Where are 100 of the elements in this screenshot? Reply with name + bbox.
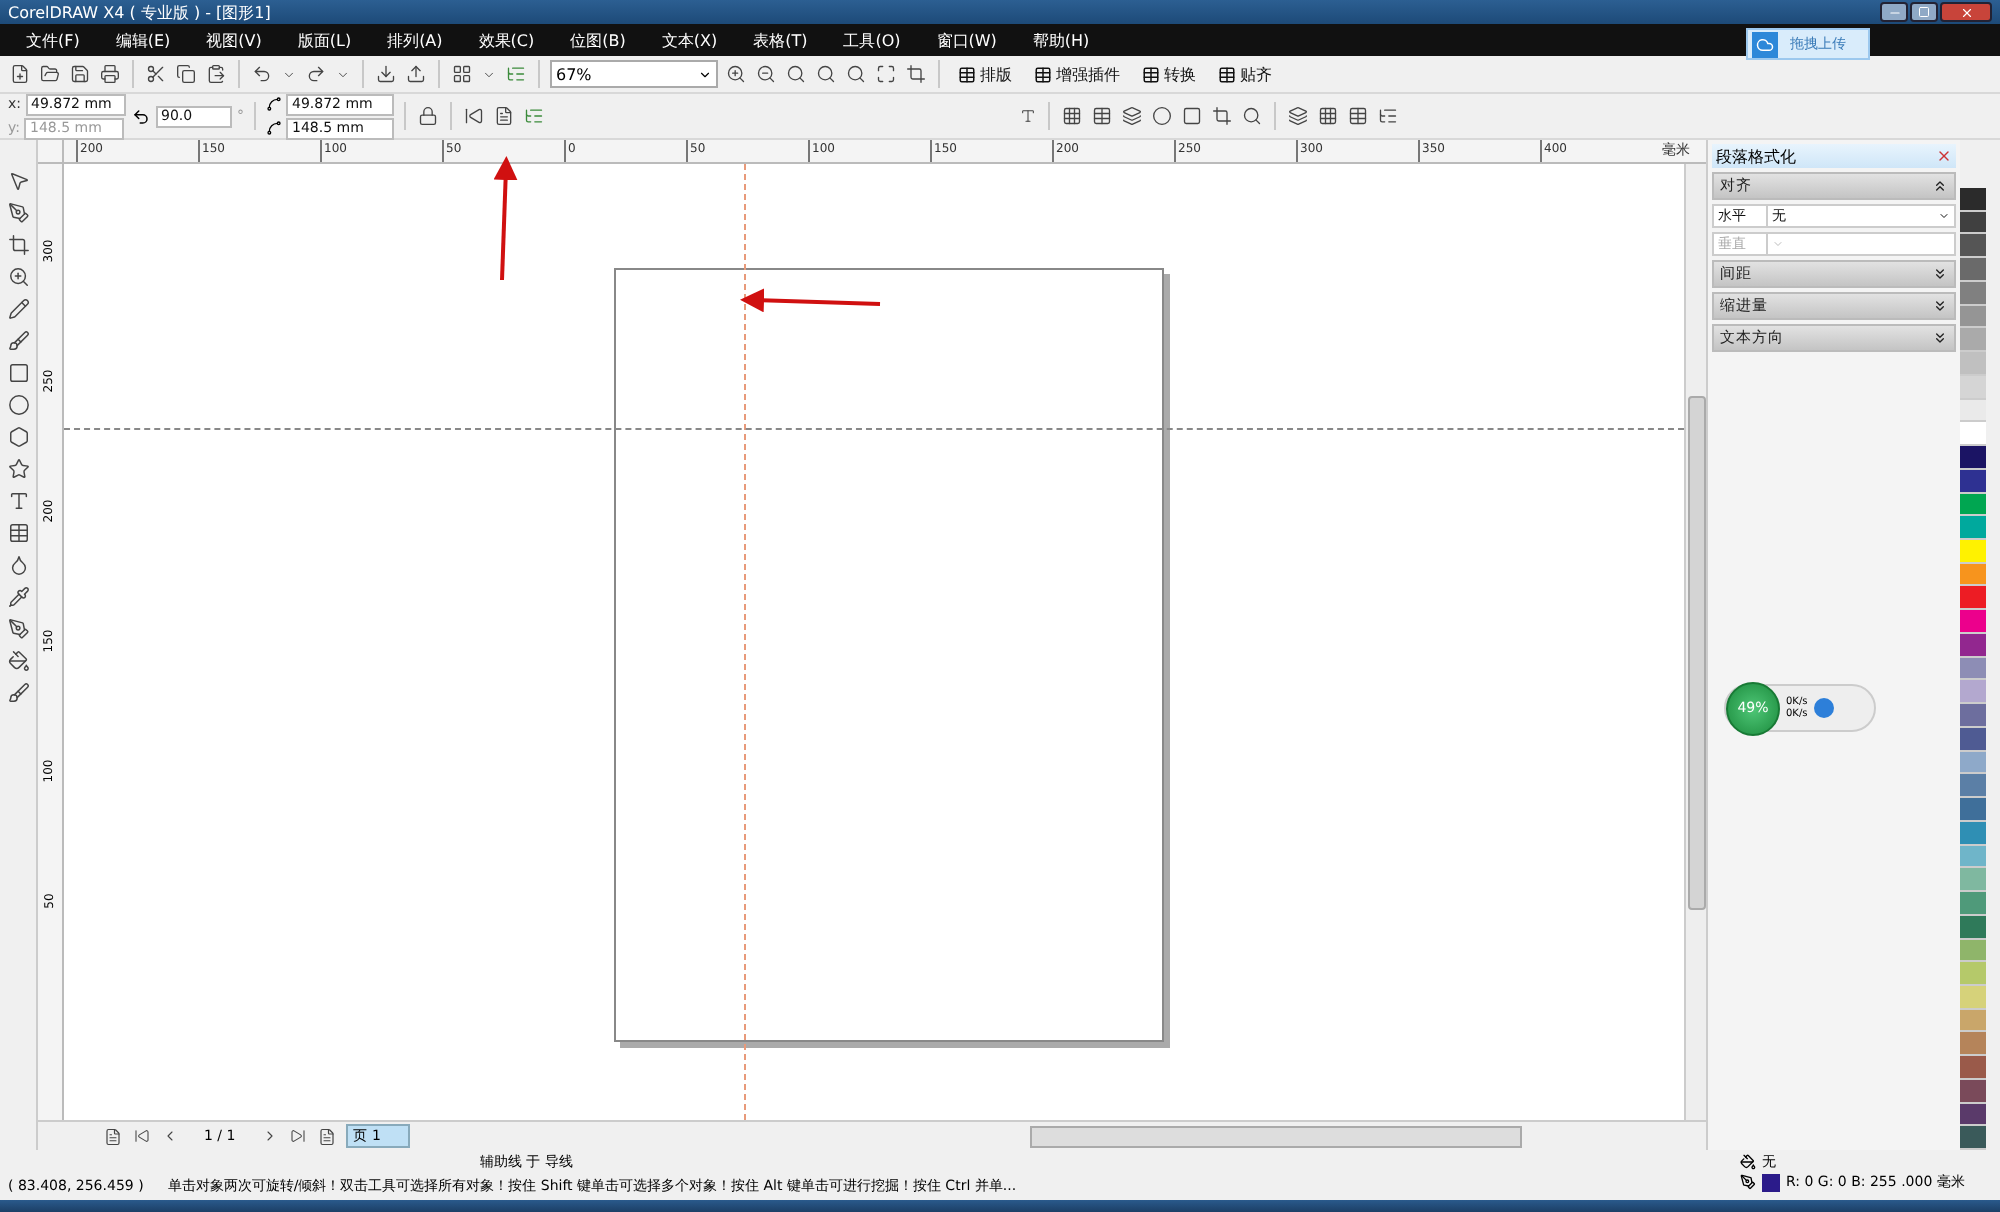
color-swatch[interactable] [1960, 915, 1986, 939]
zoom-icon[interactable] [844, 62, 868, 86]
brush-icon[interactable] [5, 680, 31, 706]
color-swatch[interactable] [1960, 305, 1986, 329]
pen-icon[interactable] [5, 616, 31, 642]
text-icon[interactable] [5, 488, 31, 514]
pointer-icon[interactable] [5, 168, 31, 194]
first-page-icon[interactable] [132, 1126, 152, 1146]
color-swatch[interactable] [1960, 962, 1986, 986]
table-icon[interactable] [5, 520, 31, 546]
color-swatch[interactable] [1960, 540, 1986, 564]
layers-icon[interactable] [1120, 104, 1145, 128]
print-icon[interactable] [98, 62, 122, 86]
close-button[interactable] [1940, 2, 1992, 22]
color-swatch[interactable] [1960, 211, 1986, 235]
color-swatch[interactable] [1960, 868, 1986, 893]
color-swatch[interactable] [1960, 399, 1986, 423]
zoom-out-icon[interactable] [754, 62, 778, 86]
pencil-icon[interactable] [5, 296, 31, 322]
color-swatch[interactable] [1960, 586, 1986, 611]
toolbar-button[interactable]: 增强插件 [1026, 63, 1128, 85]
color-swatch[interactable] [1960, 352, 1986, 376]
scrollbar[interactable] [1684, 164, 1706, 1120]
color-swatch[interactable] [1960, 751, 1986, 775]
pen-icon[interactable] [5, 200, 31, 226]
color-swatch[interactable] [1960, 727, 1986, 752]
last-page-icon[interactable] [287, 1126, 308, 1146]
lock-icon[interactable] [416, 104, 441, 128]
color-swatch[interactable] [1960, 422, 1986, 447]
grid-icon[interactable] [1060, 104, 1085, 128]
color-swatch[interactable] [1960, 375, 1986, 400]
minimize-button[interactable] [1880, 2, 1908, 22]
menu-item[interactable]: 窗口(W) [918, 29, 1015, 51]
zoom-icon[interactable] [5, 264, 31, 290]
color-swatch[interactable] [1960, 1126, 1986, 1151]
import-icon[interactable] [374, 62, 398, 86]
layers-icon[interactable] [1286, 104, 1311, 128]
color-swatch[interactable] [1960, 516, 1986, 541]
color-swatch[interactable] [1960, 985, 1986, 1010]
grid-icon[interactable] [1316, 104, 1341, 128]
menu-item[interactable]: 文件(F) [8, 29, 98, 51]
menu-item[interactable]: 版面(L) [279, 29, 370, 51]
menu-item[interactable]: 视图(V) [188, 29, 280, 51]
scissors-icon[interactable] [144, 62, 168, 86]
maximize-button[interactable] [1910, 2, 1938, 22]
color-swatch[interactable] [1960, 704, 1986, 728]
color-swatch[interactable] [1960, 493, 1986, 517]
list-icon[interactable] [504, 62, 528, 86]
crop-icon[interactable] [5, 232, 31, 258]
add-page-icon[interactable] [102, 1125, 124, 1147]
color-swatch[interactable] [1960, 1009, 1986, 1033]
color-swatch[interactable] [1960, 1079, 1986, 1104]
toolbar-button[interactable]: 排版 [950, 63, 1020, 85]
color-swatch[interactable] [1960, 610, 1986, 634]
crop-icon[interactable] [904, 62, 928, 86]
rectangle-icon[interactable] [5, 360, 31, 386]
bucket-icon[interactable] [5, 648, 31, 674]
ellipse-icon[interactable] [5, 392, 31, 418]
menu-item[interactable]: 排列(A) [369, 29, 461, 51]
color-swatch[interactable] [1960, 1103, 1986, 1127]
color-swatch[interactable] [1960, 657, 1986, 681]
color-swatch[interactable] [1960, 939, 1986, 963]
color-swatch[interactable] [1960, 1056, 1986, 1080]
table-icon[interactable] [1346, 104, 1371, 128]
to-front-icon[interactable] [462, 104, 487, 128]
menu-item[interactable]: 文本(X) [643, 29, 736, 51]
color-swatch[interactable] [1960, 680, 1986, 705]
color-swatch[interactable] [1960, 234, 1986, 259]
color-swatch[interactable] [1960, 1032, 1986, 1057]
close-icon[interactable] [1936, 148, 1952, 164]
color-swatch[interactable] [1960, 774, 1986, 799]
toolbar-button[interactable]: 转换 [1134, 63, 1204, 85]
new-file-icon[interactable] [8, 62, 32, 86]
color-swatch[interactable] [1960, 798, 1986, 822]
folder-icon[interactable] [38, 62, 62, 86]
star-icon[interactable] [5, 456, 31, 482]
polygon-icon[interactable] [5, 424, 31, 450]
zoom-in-icon[interactable] [724, 62, 748, 86]
color-swatch[interactable] [1960, 469, 1986, 494]
menu-item[interactable]: 效果(C) [460, 29, 553, 51]
menu-item[interactable]: 编辑(E) [97, 29, 189, 51]
circle-icon[interactable] [1150, 104, 1175, 128]
zoom-icon[interactable] [1240, 104, 1265, 128]
export-icon[interactable] [404, 62, 428, 86]
table-icon[interactable] [1090, 104, 1115, 128]
save-icon[interactable] [68, 62, 92, 86]
color-swatch[interactable] [1960, 845, 1986, 869]
zoom-icon[interactable] [814, 62, 838, 86]
add-page-icon[interactable] [315, 1125, 338, 1147]
color-swatch[interactable] [1960, 328, 1986, 353]
color-swatch[interactable] [1960, 188, 1986, 212]
color-swatch[interactable] [1960, 281, 1986, 306]
menu-item[interactable]: 工具(O) [825, 29, 919, 51]
color-swatch[interactable] [1960, 633, 1986, 658]
color-swatch[interactable] [1960, 821, 1986, 846]
zoom-icon[interactable] [784, 62, 808, 86]
menu-item[interactable]: 位图(B) [552, 29, 644, 51]
brush-icon[interactable] [5, 328, 31, 354]
list-icon[interactable] [1376, 104, 1401, 128]
undo-icon[interactable] [250, 62, 274, 86]
